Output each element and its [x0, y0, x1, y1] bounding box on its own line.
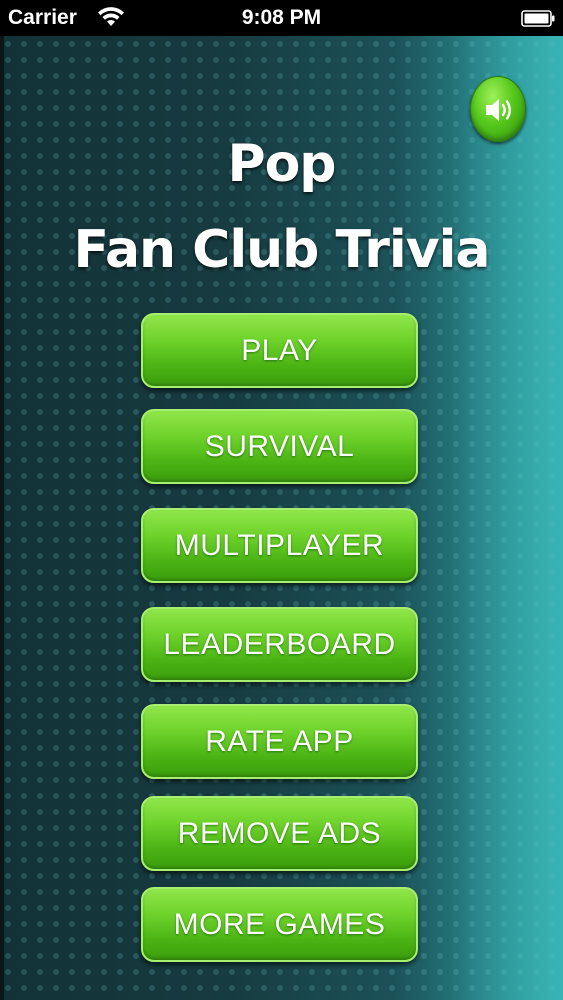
multiplayer-button[interactable]: MULTIPLAYER [141, 508, 418, 583]
app-title-line1: Pop [227, 134, 336, 194]
app-title-line2: Fan Club Trivia [73, 220, 490, 280]
speaker-icon [486, 99, 511, 121]
clock: 9:08 PM [241, 6, 322, 29]
sound-toggle-button[interactable] [470, 76, 526, 142]
remove-ads-button[interactable]: REMOVE ADS [141, 796, 418, 871]
rate-app-button[interactable]: RATE APP [141, 704, 418, 779]
more-games-button[interactable]: MORE GAMES [141, 887, 418, 962]
battery-icon [521, 10, 555, 27]
survival-button[interactable]: SURVIVAL [141, 409, 418, 484]
status-bar: Carrier 9:08 PM [0, 0, 563, 36]
app-screen: Carrier 9:08 PM Pop Fan Club Trivia PLAY… [0, 0, 563, 1000]
play-button[interactable]: PLAY [141, 313, 418, 388]
leaderboard-button[interactable]: LEADERBOARD [141, 607, 418, 682]
